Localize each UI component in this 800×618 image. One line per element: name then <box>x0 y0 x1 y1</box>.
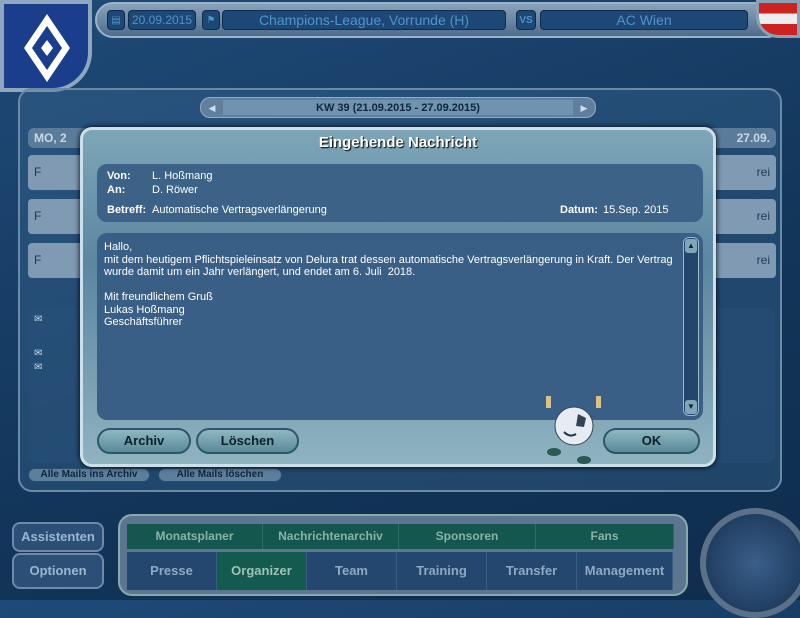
from-value: L. Hoßmang <box>152 170 213 182</box>
nav-training[interactable]: Training <box>397 552 487 590</box>
calendar-icon: ▤ <box>107 10 125 30</box>
archive-button[interactable]: Archiv <box>97 428 191 454</box>
open-envelope-icon: ✉ <box>34 348 43 359</box>
assistants-button[interactable]: Assistenten <box>12 522 104 552</box>
football-icon[interactable] <box>700 508 800 618</box>
day-slot[interactable]: F <box>28 243 88 278</box>
day-slot[interactable]: rei <box>706 199 776 234</box>
nav-organizer[interactable]: Organizer <box>217 552 307 590</box>
scroll-up-icon[interactable]: ▲ <box>685 239 697 253</box>
day-slot[interactable]: F <box>28 155 88 190</box>
prev-week-arrow-icon[interactable]: ◀ <box>205 101 219 115</box>
ok-button[interactable]: OK <box>603 428 700 454</box>
date-value: 15.Sep. 2015 <box>603 204 669 216</box>
nav-nachrichtenarchiv[interactable]: Nachrichtenarchiv <box>263 524 399 549</box>
day-slot[interactable]: rei <box>706 243 776 278</box>
competition-name: Champions-League, Vorrunde (H) <box>222 10 506 30</box>
scroll-down-icon[interactable]: ▼ <box>685 400 697 414</box>
delete-button[interactable]: Löschen <box>196 428 299 454</box>
nav-sponsoren[interactable]: Sponsoren <box>399 524 536 549</box>
competition-icon: ⚑ <box>202 10 220 30</box>
week-label: KW 39 (21.09.2015 - 27.09.2015) <box>223 100 573 115</box>
nav-monatsplaner[interactable]: Monatsplaner <box>127 524 263 549</box>
nav-presse[interactable]: Presse <box>127 552 217 590</box>
message-header: Von: L. Hoßmang An: D. Röwer Betreff: Au… <box>97 164 703 222</box>
football-mascot-icon <box>546 396 601 464</box>
nav-fans[interactable]: Fans <box>536 524 674 549</box>
envelope-icon: ✉ <box>34 362 43 373</box>
subject-label: Betreff: <box>107 204 147 216</box>
incoming-message-dialog: Eingehende Nachricht Von: L. Hoßmang An:… <box>80 127 716 467</box>
nav-team[interactable]: Team <box>307 552 397 590</box>
austria-flag-icon <box>756 0 800 38</box>
day-slot[interactable]: F <box>28 199 88 234</box>
message-body: Hallo, mit dem heutigem Pflichtspieleins… <box>97 233 703 420</box>
week-selector: ◀ KW 39 (21.09.2015 - 27.09.2015) ▶ <box>200 97 596 118</box>
message-text: Hallo, mit dem heutigem Pflichtspieleins… <box>104 241 673 328</box>
nav-transfer[interactable]: Transfer <box>487 552 577 590</box>
dialog-title: Eingehende Nachricht <box>318 134 478 151</box>
envelope-icon: ✉ <box>34 314 43 325</box>
archive-all-mails-button[interactable]: Alle Mails ins Archiv <box>28 468 150 482</box>
date-label: Datum: <box>560 204 598 216</box>
club-logo <box>0 0 92 92</box>
vs-icon: VS <box>516 10 536 30</box>
opponent-name: AC Wien <box>540 10 748 30</box>
from-label: Von: <box>107 170 131 182</box>
subject-value: Automatische Vertragsverlängerung <box>152 204 327 216</box>
delete-all-mails-button[interactable]: Alle Mails löschen <box>158 468 282 482</box>
message-scrollbar[interactable]: ▲ ▼ <box>683 237 699 416</box>
to-label: An: <box>107 184 126 196</box>
options-button[interactable]: Optionen <box>12 553 104 589</box>
nav-management[interactable]: Management <box>577 552 673 590</box>
day-slot[interactable]: rei <box>706 155 776 190</box>
next-week-arrow-icon[interactable]: ▶ <box>577 101 591 115</box>
diamond-icon <box>24 14 70 82</box>
to-value: D. Röwer <box>152 184 198 196</box>
match-date: 20.09.2015 <box>128 10 196 30</box>
